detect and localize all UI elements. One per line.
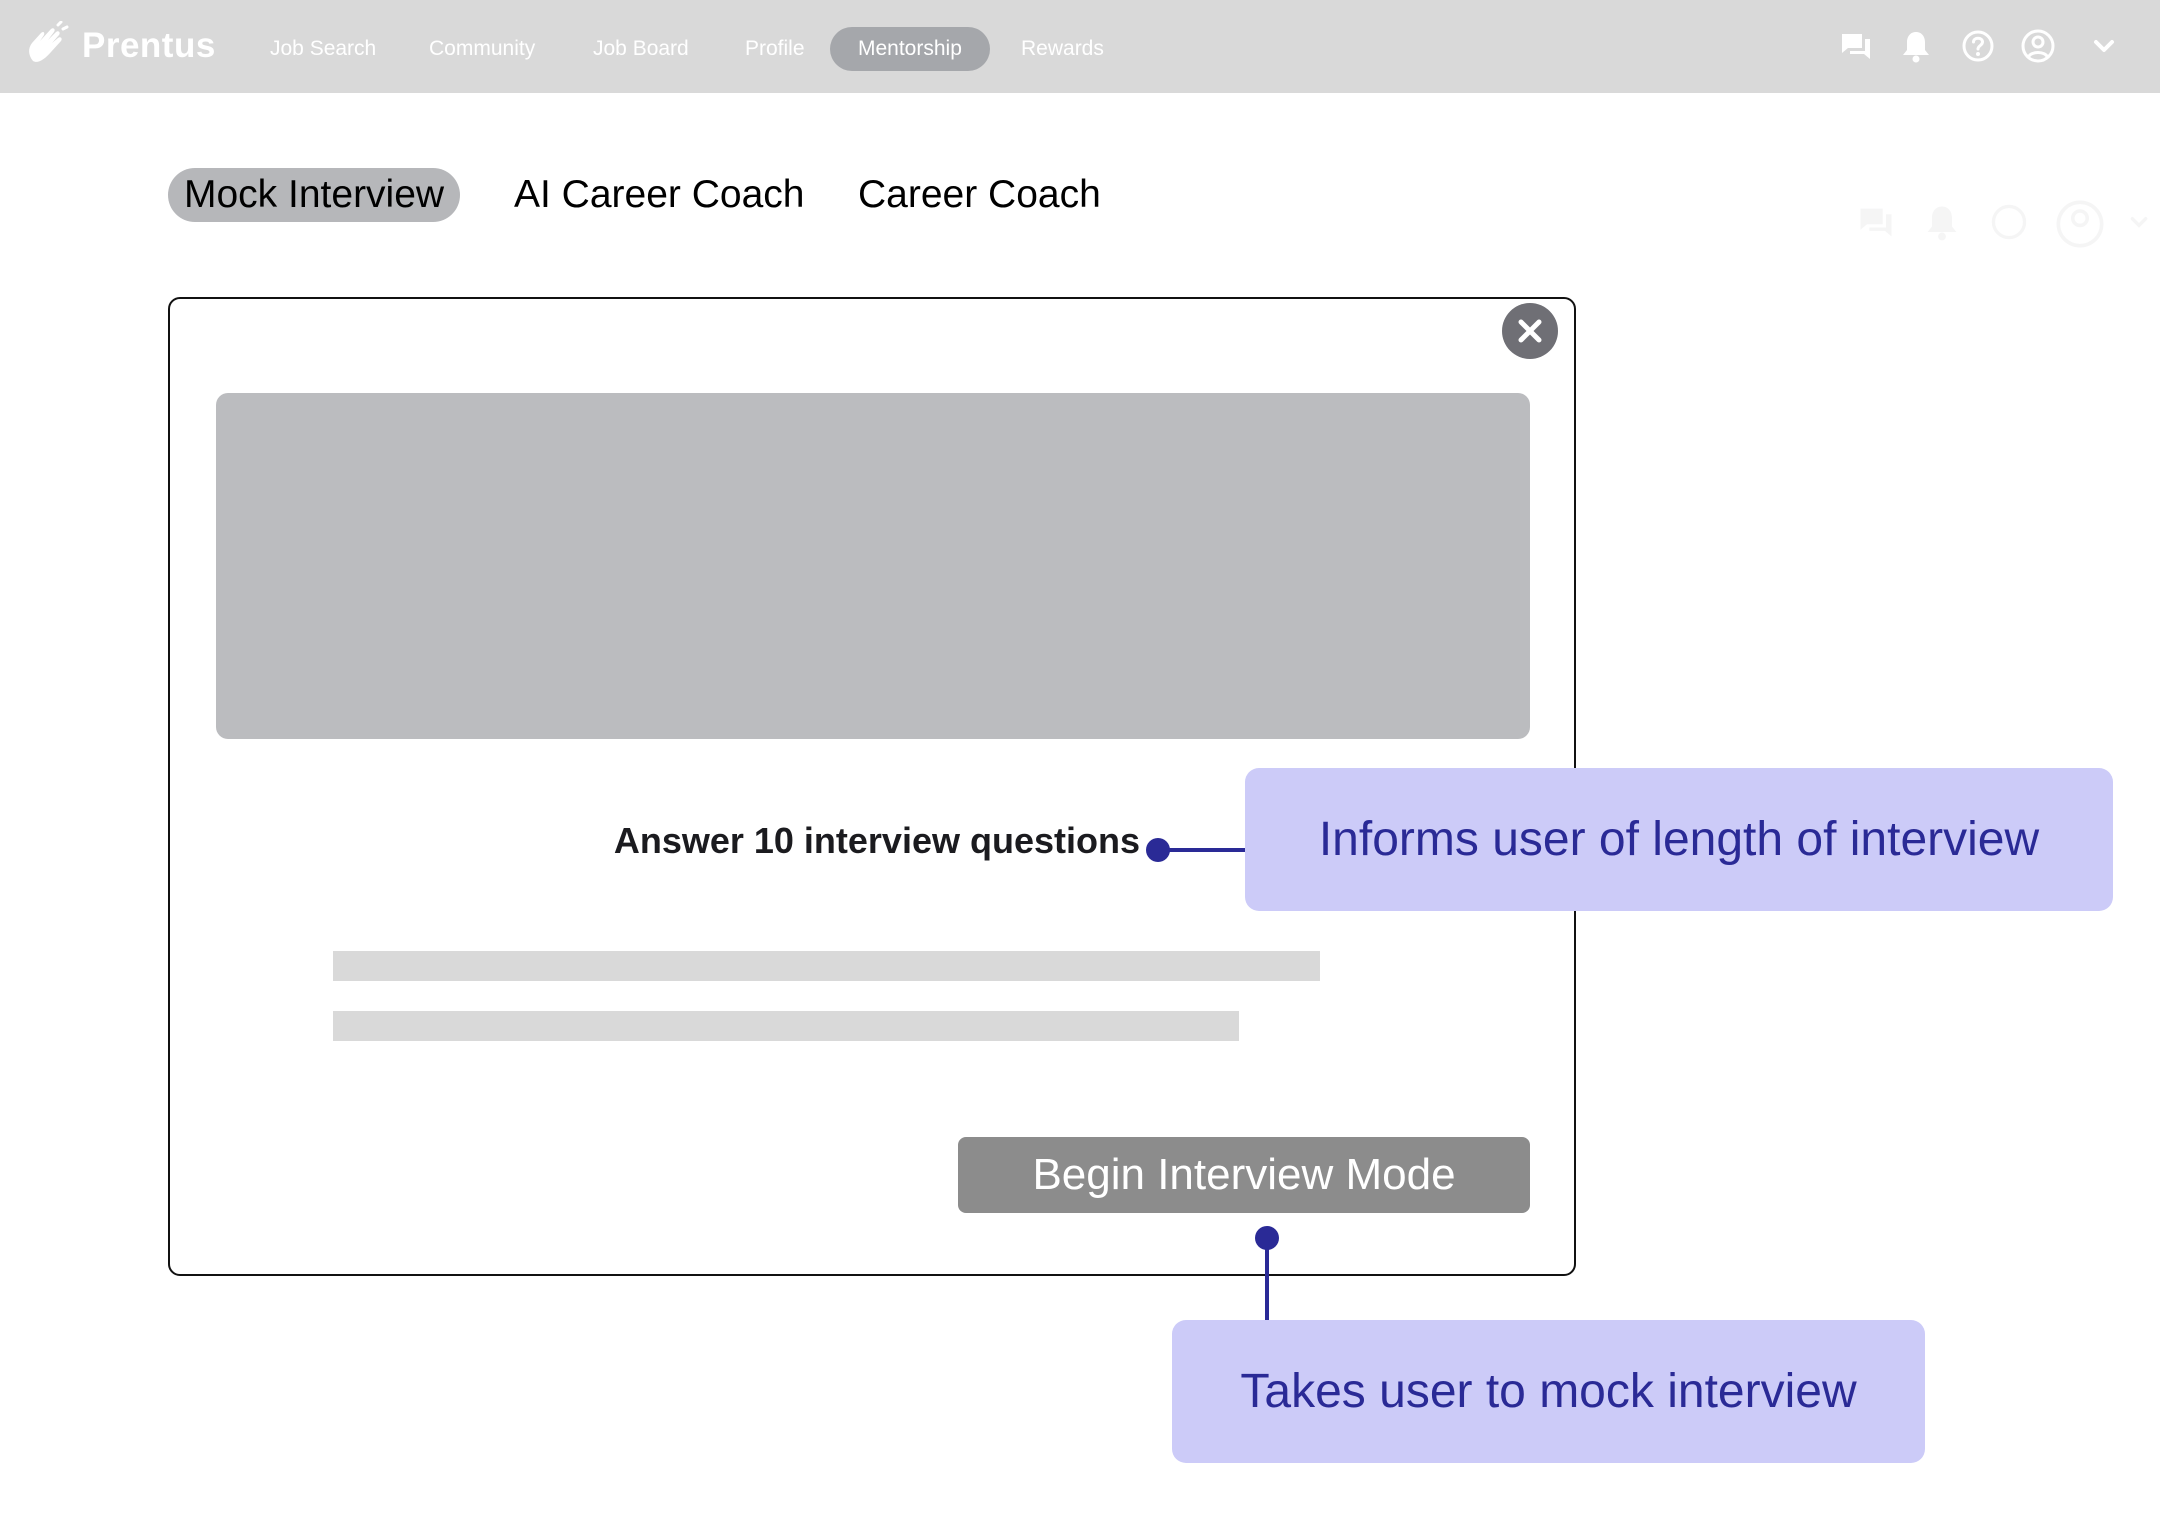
help-icon[interactable]: [1960, 28, 1996, 64]
nav-community[interactable]: Community: [401, 27, 563, 71]
annotation-connector: [1158, 848, 1246, 852]
nav-rewards[interactable]: Rewards: [993, 27, 1132, 71]
begin-interview-mode-button[interactable]: Begin Interview Mode: [958, 1137, 1530, 1213]
chevron-down-icon[interactable]: [2086, 28, 2122, 64]
hand-wave-logo-icon: [24, 20, 70, 72]
top-navigation-bar: Prentus Job Search Community Job Board P…: [0, 0, 2160, 93]
description-placeholder-line: [333, 951, 1320, 981]
interview-length-text: Answer 10 interview questions: [613, 820, 1140, 861]
description-placeholder-line: [333, 1011, 1239, 1041]
nav-profile[interactable]: Profile: [717, 27, 833, 71]
chat-icon: [1856, 202, 1896, 242]
tab-career-coach[interactable]: Career Coach: [842, 168, 1117, 222]
close-icon: [1518, 319, 1542, 343]
annotation-connector: [1265, 1238, 1269, 1324]
account-icon[interactable]: [2020, 28, 2056, 64]
chat-icon[interactable]: [1838, 28, 1874, 64]
chevron-down-icon: [2124, 202, 2154, 242]
tab-ai-career-coach[interactable]: AI Career Coach: [498, 168, 820, 222]
close-button[interactable]: [1502, 303, 1558, 359]
annotation-mock-interview: Takes user to mock interview: [1172, 1320, 1925, 1463]
nav-job-search[interactable]: Job Search: [242, 27, 404, 71]
help-icon: [1989, 202, 2029, 242]
tab-mock-interview[interactable]: Mock Interview: [168, 168, 461, 222]
annotation-interview-length: Informs user of length of interview: [1245, 768, 2113, 911]
account-icon: [2054, 198, 2106, 250]
brand-logo[interactable]: Prentus: [24, 20, 216, 72]
bell-icon: [1922, 202, 1962, 242]
video-placeholder: [216, 393, 1530, 739]
nav-job-board[interactable]: Job Board: [565, 27, 717, 71]
brand-name: Prentus: [82, 26, 216, 65]
bell-icon[interactable]: [1898, 28, 1934, 64]
nav-mentorship[interactable]: Mentorship: [830, 27, 990, 71]
